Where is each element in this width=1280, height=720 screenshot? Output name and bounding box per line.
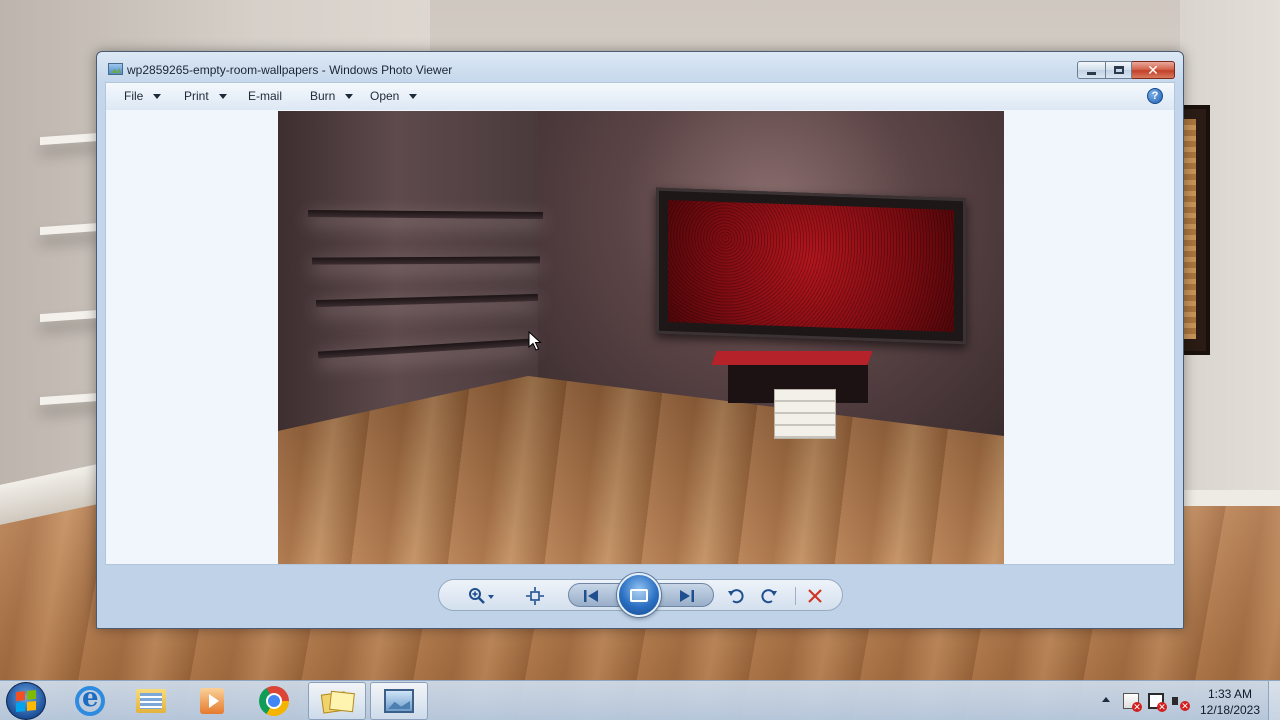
close-icon: ✕ [1147, 62, 1159, 78]
chevron-down-icon [218, 93, 227, 99]
menu-email-label: E-mail [248, 89, 283, 103]
image-viewport[interactable] [105, 110, 1175, 565]
zoom-icon [469, 588, 485, 604]
help-icon[interactable]: ? [1147, 88, 1163, 104]
delete-icon [808, 589, 822, 603]
windows-logo-icon [16, 689, 36, 713]
taskbar-chrome[interactable] [245, 682, 303, 720]
window-title: wp2859265-empty-room-wallpapers - Window… [127, 63, 453, 77]
viewer-toolbar [438, 573, 843, 617]
clock-date: 12/18/2023 [1199, 703, 1261, 717]
taskbar-internet-explorer[interactable] [61, 682, 119, 720]
previous-button[interactable] [580, 586, 602, 606]
mouse-cursor-icon [528, 331, 542, 351]
system-tray: 1:33 AM 12/18/2023 [1090, 681, 1280, 720]
delete-button[interactable] [804, 586, 826, 606]
taskbar-photos-folder[interactable] [308, 682, 366, 720]
menu-burn-label: Burn [310, 89, 336, 103]
rotate-counterclockwise-icon [728, 589, 744, 604]
chevron-down-icon [153, 93, 162, 99]
network-icon[interactable] [1148, 693, 1167, 712]
menu-file-label: File [124, 89, 144, 103]
next-button[interactable] [676, 586, 698, 606]
photo-drawer-unit [774, 389, 836, 439]
chevron-down-icon [345, 93, 354, 99]
window-controls: ✕ [1077, 61, 1175, 79]
photo-red-painting [656, 187, 966, 345]
actual-size-icon [526, 587, 544, 605]
toolbar-separator [795, 587, 796, 605]
clock-time: 1:33 AM [1207, 687, 1253, 701]
clock[interactable]: 1:33 AM 12/18/2023 [1195, 686, 1265, 718]
menu-burn[interactable]: Burn [310, 89, 354, 103]
actual-size-button[interactable] [524, 586, 546, 606]
taskbar-media-player[interactable] [183, 682, 241, 720]
menu-bar: File Print E-mail Burn Open ? [105, 82, 1175, 110]
minimize-button[interactable] [1077, 61, 1106, 79]
next-icon [680, 590, 694, 602]
photos-folder-icon [322, 690, 352, 712]
action-center-icon[interactable] [1123, 693, 1142, 712]
minimize-icon [1087, 71, 1096, 75]
wallpaper-baseboard [1180, 490, 1280, 506]
menu-open[interactable]: Open [370, 89, 418, 103]
slideshow-icon [630, 588, 648, 602]
windows-explorer-icon [136, 689, 166, 713]
show-hidden-icons-icon[interactable] [1102, 697, 1110, 702]
menu-open-label: Open [370, 89, 400, 103]
close-button[interactable]: ✕ [1132, 61, 1175, 79]
zoom-button[interactable] [466, 586, 494, 606]
menu-print[interactable]: Print [184, 89, 227, 103]
maximize-button[interactable] [1106, 61, 1132, 79]
chevron-down-icon [409, 93, 418, 99]
taskbar-photo-viewer[interactable] [370, 682, 428, 720]
start-button[interactable] [6, 682, 46, 720]
volume-icon[interactable] [1172, 693, 1190, 711]
photo-shelf [311, 256, 541, 265]
taskbar: 1:33 AM 12/18/2023 [0, 680, 1280, 720]
menu-file[interactable]: File [124, 89, 162, 103]
photo-desk-top [711, 351, 873, 365]
displayed-photo[interactable] [278, 111, 1004, 564]
previous-icon [584, 590, 598, 602]
rotate-counterclockwise-button[interactable] [725, 586, 747, 606]
show-desktop-button[interactable] [1268, 681, 1280, 720]
menu-print-label: Print [184, 89, 209, 103]
menu-email[interactable]: E-mail [248, 89, 282, 103]
rotate-clockwise-button[interactable] [758, 586, 780, 606]
media-player-icon [200, 688, 224, 714]
taskbar-windows-explorer[interactable] [122, 682, 180, 720]
title-bar[interactable]: wp2859265-empty-room-wallpapers - Window… [97, 52, 1183, 82]
rotate-clockwise-icon [761, 589, 777, 604]
internet-explorer-icon [75, 683, 105, 716]
photo-viewer-icon [384, 689, 414, 713]
chrome-icon [259, 686, 289, 716]
slideshow-button[interactable] [617, 573, 661, 617]
maximize-icon [1113, 66, 1124, 74]
photo-viewer-app-icon [108, 63, 123, 75]
photo-viewer-window: wp2859265-empty-room-wallpapers - Window… [96, 51, 1184, 629]
